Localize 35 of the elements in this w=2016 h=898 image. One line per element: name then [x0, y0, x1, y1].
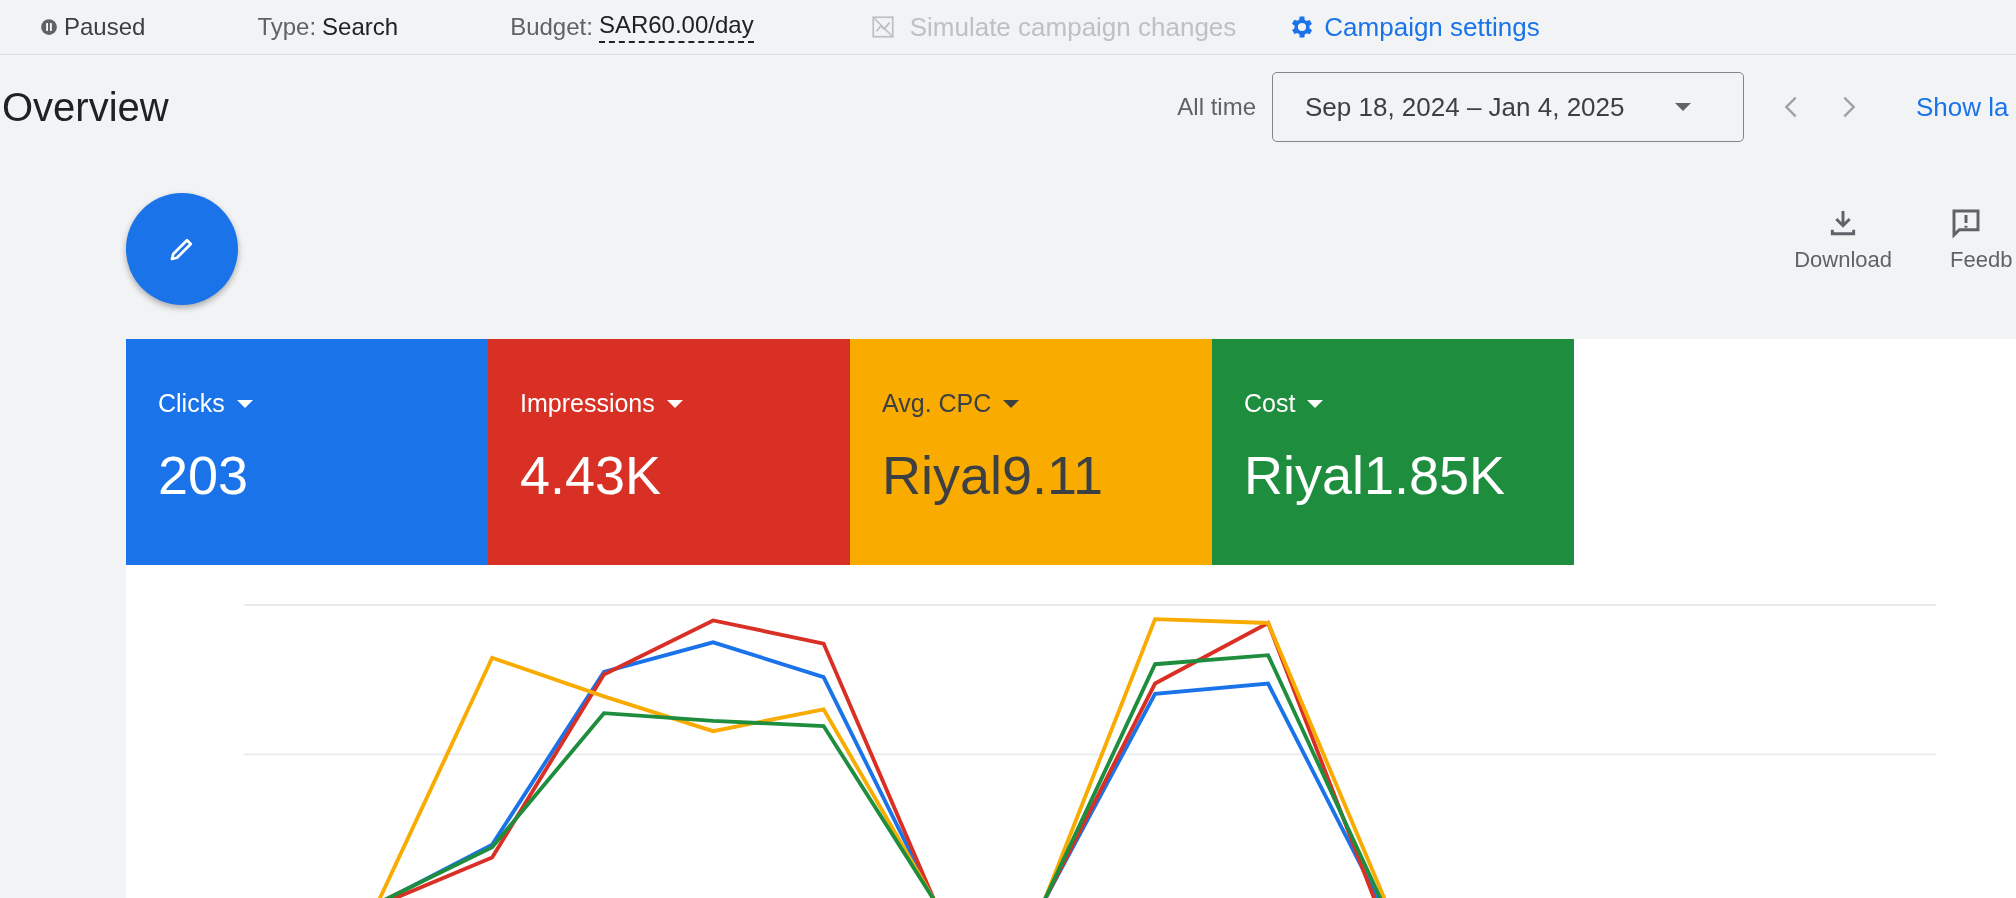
caret-icon: [1003, 399, 1020, 408]
chart-off-icon: [869, 14, 896, 40]
download-button[interactable]: Download: [1794, 207, 1892, 273]
next-icon[interactable]: [1842, 95, 1856, 119]
pause-icon: [40, 18, 58, 36]
metric-name[interactable]: Clicks: [158, 389, 456, 418]
metric-value: Riyal1.85K: [1244, 444, 1507, 506]
edit-button[interactable]: [126, 193, 238, 305]
metric-value: 203: [158, 444, 250, 506]
status-text: Paused: [40, 13, 146, 41]
campaign-type: Search: [322, 13, 399, 41]
campaign-settings-link[interactable]: Campaign settings: [1288, 11, 1540, 43]
metric-name[interactable]: Cost: [1244, 389, 1542, 418]
metric-card[interactable]: Clicks 203: [126, 339, 488, 565]
metric-card[interactable]: Avg. CPC Riyal9.11: [850, 339, 1212, 565]
caret-icon: [1674, 103, 1691, 111]
type-label: Type:: [257, 13, 317, 41]
metric-card[interactable]: Impressions 4.43K: [488, 339, 850, 565]
caret-icon: [1307, 399, 1324, 408]
show-link[interactable]: Show la: [1916, 91, 2016, 123]
metric-name[interactable]: Avg. CPC: [882, 389, 1180, 418]
caret-icon: [236, 399, 253, 408]
range-label: All time: [1177, 93, 1256, 121]
feedback-icon: [1950, 207, 1982, 239]
page-title: Overview: [1, 84, 169, 130]
feedback-button[interactable]: Feedb: [1950, 207, 2016, 273]
previous-icon[interactable]: [1784, 95, 1798, 119]
metric-card[interactable]: Cost Riyal1.85K: [1212, 339, 1574, 565]
budget-value[interactable]: SAR60.00/day: [598, 11, 754, 43]
metric-value: 4.43K: [520, 444, 663, 506]
caret-icon: [666, 399, 683, 408]
metric-name[interactable]: Impressions: [520, 389, 818, 418]
budget-label: Budget:: [510, 13, 593, 41]
metric-value: Riyal9.11: [882, 444, 1105, 506]
date-range-dropdown[interactable]: Sep 18, 2024 – Jan 4, 2025: [1272, 72, 1744, 142]
